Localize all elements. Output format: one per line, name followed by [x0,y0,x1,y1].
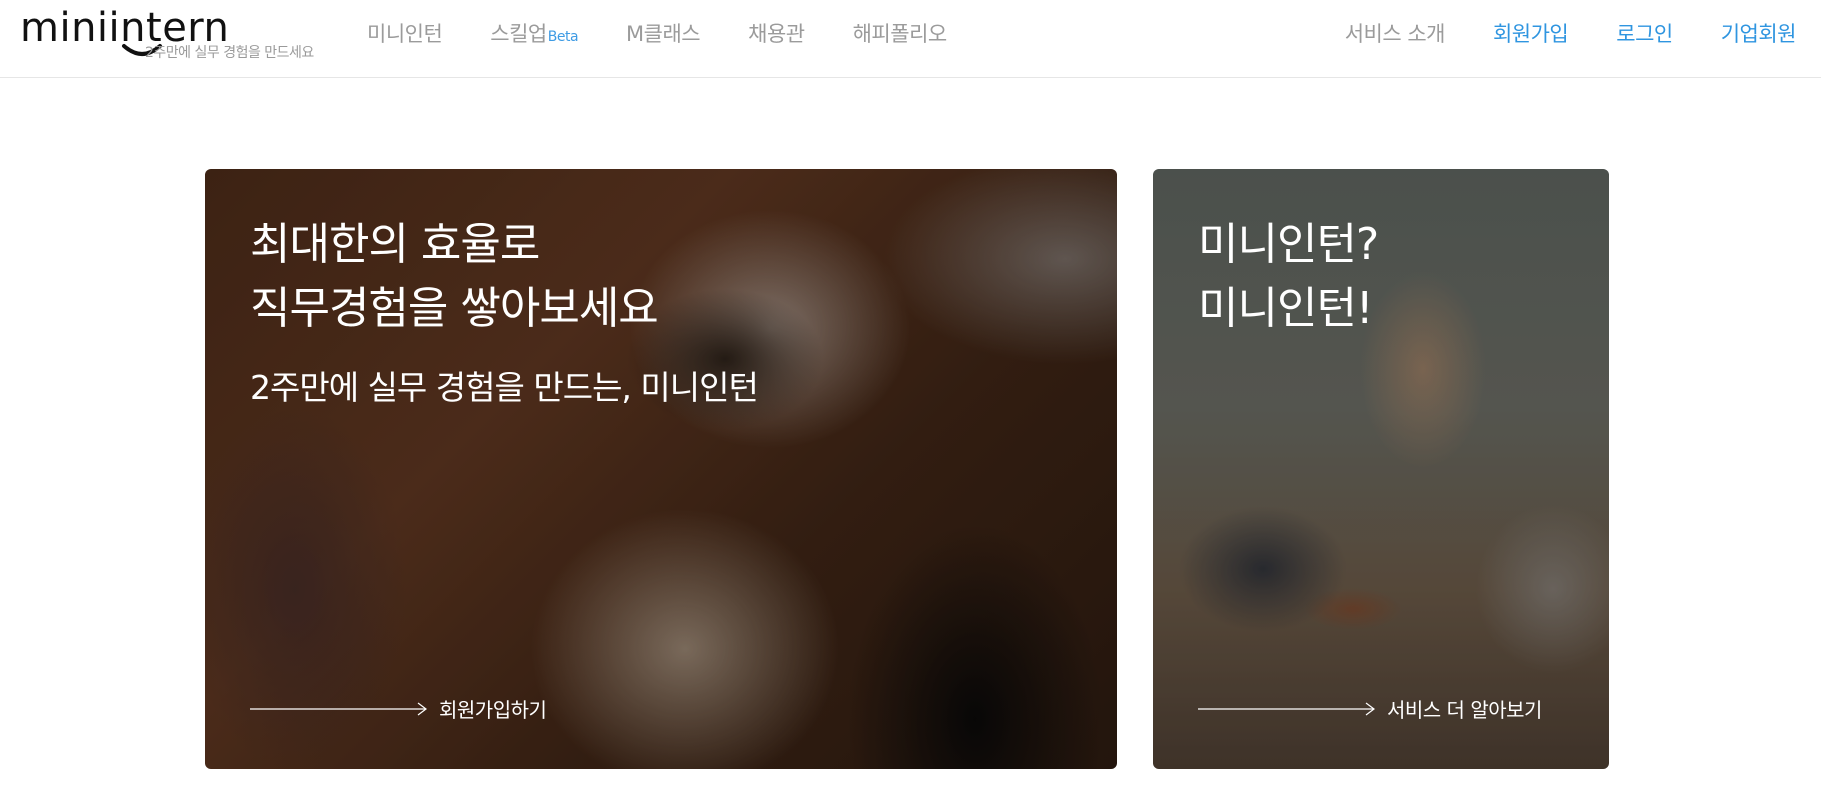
logo[interactable]: miniintern 2주만에 실무 경험을 만드세요 [20,4,320,64]
signup-link[interactable]: 회원가입 [1493,18,1569,48]
hero-subtitle: 2주만에 실무 경험을 만드는, 미니인턴 [250,368,759,407]
nav-item-skillup[interactable]: 스킬업Beta [490,18,578,48]
logo-tagline: 2주만에 실무 경험을 만드세요 [145,45,314,61]
nav-item-recruit[interactable]: 채용관 [748,18,805,48]
nav-item-mclass[interactable]: M클래스 [626,18,701,48]
nav-item-label: M클래스 [626,22,701,46]
service-intro-link[interactable]: 서비스 소개 [1345,18,1446,48]
hero-headline-line: 미니인턴! [1198,283,1374,334]
nav-item-label: 미니인턴 [367,22,443,46]
nav-item-happyfolio[interactable]: 해피폴리오 [852,18,948,48]
hero-card-about[interactable]: 미니인턴? 미니인턴! 서비스 더 알아보기 [1153,169,1609,769]
arrow-right-icon [1198,702,1375,715]
beta-badge: Beta [547,29,579,45]
arrow-right-icon [250,702,427,715]
hero-headline: 최대한의 효율로 직무경험을 쌓아보세요 [250,213,659,341]
signup-cta-label: 회원가입하기 [439,698,547,722]
main-nav: 미니인턴 스킬업Beta M클래스 채용관 해피폴리오 [367,18,995,48]
hero-headline: 미니인턴? 미니인턴! [1198,213,1379,341]
account-nav: 서비스 소개 회원가입 로그인 기업회원 [1297,18,1797,48]
site-header: miniintern 2주만에 실무 경험을 만드세요 미니인턴 스킬업Beta… [0,0,1821,78]
signup-cta[interactable]: 회원가입하기 [250,694,547,723]
nav-item-label: 채용관 [748,22,805,46]
login-link[interactable]: 로그인 [1616,18,1673,48]
hero-card-signup[interactable]: 최대한의 효율로 직무경험을 쌓아보세요 2주만에 실무 경험을 만드는, 미니… [205,169,1117,769]
hero-headline-line: 미니인턴? [1198,219,1379,270]
nav-item-miniintern[interactable]: 미니인턴 [367,18,443,48]
nav-item-label: 해피폴리오 [852,22,948,46]
nav-item-label: 스킬업 [490,22,547,46]
hero-headline-line: 직무경험을 쌓아보세요 [250,283,659,334]
hero-headline-line: 최대한의 효율로 [250,219,540,270]
learn-more-cta-label: 서비스 더 알아보기 [1387,698,1542,722]
business-member-link[interactable]: 기업회원 [1721,18,1797,48]
learn-more-cta[interactable]: 서비스 더 알아보기 [1198,694,1542,723]
